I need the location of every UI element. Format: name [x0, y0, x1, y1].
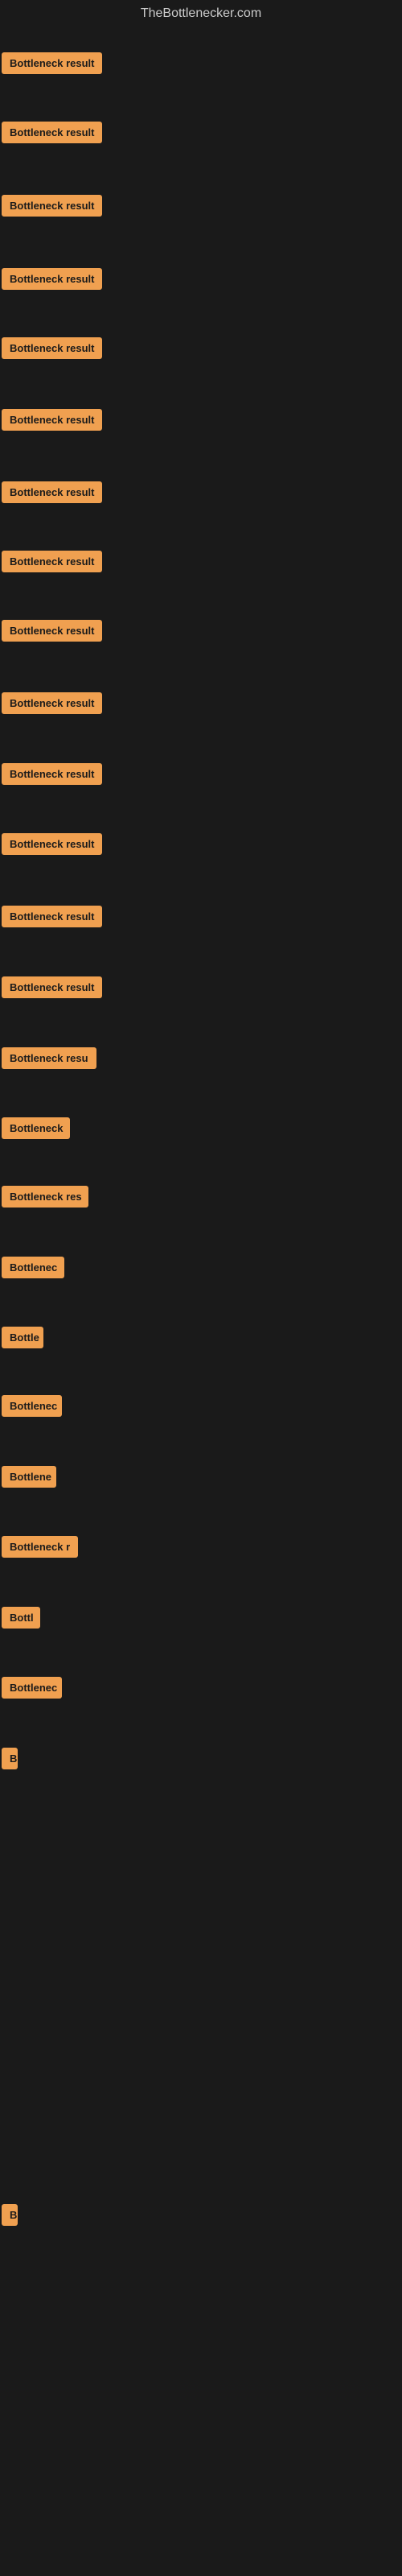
bottleneck-item-12: Bottleneck result: [0, 827, 402, 891]
bottleneck-item-16: Bottleneck: [0, 1111, 402, 1175]
bottleneck-item-10: Bottleneck result: [0, 686, 402, 750]
bottleneck-badge-6[interactable]: Bottleneck result: [2, 409, 102, 431]
bottleneck-badge-7[interactable]: Bottleneck result: [2, 481, 102, 503]
bottleneck-item-20: Bottlenec: [0, 1389, 402, 1453]
bottleneck-item-22: Bottleneck r: [0, 1530, 402, 1594]
bottleneck-item-1: Bottleneck result: [0, 46, 402, 110]
bottleneck-badge-21[interactable]: Bottlene: [2, 1466, 56, 1488]
bottleneck-badge-23[interactable]: Bottl: [2, 1607, 40, 1629]
bottleneck-badge-14[interactable]: Bottleneck result: [2, 976, 102, 998]
bottleneck-badge-24[interactable]: Bottlenec: [2, 1677, 62, 1699]
bottleneck-item-7: Bottleneck result: [0, 475, 402, 539]
bottleneck-badge-11[interactable]: Bottleneck result: [2, 763, 102, 785]
bottleneck-badge-13[interactable]: Bottleneck result: [2, 906, 102, 927]
bottleneck-item-24: Bottlenec: [0, 1670, 402, 1735]
bottleneck-item-3: Bottleneck result: [0, 188, 402, 253]
page-wrapper: TheBottlenecker.com Bottleneck result Bot…: [0, 0, 402, 2576]
bottleneck-item-6: Bottleneck result: [0, 402, 402, 467]
bottleneck-badge-10[interactable]: Bottleneck result: [2, 692, 102, 714]
bottleneck-item-5: Bottleneck result: [0, 331, 402, 395]
bottleneck-item-4: Bottleneck result: [0, 262, 402, 326]
bottleneck-badge-late-26[interactable]: B: [2, 2204, 18, 2226]
bottleneck-badge-16[interactable]: Bottleneck: [2, 1117, 70, 1139]
bottleneck-item-25: B: [0, 1741, 402, 1806]
bottleneck-badge-5[interactable]: Bottleneck result: [2, 337, 102, 359]
bottleneck-badge-19[interactable]: Bottle: [2, 1327, 43, 1348]
bottleneck-item-21: Bottlene: [0, 1459, 402, 1524]
bottleneck-item-23: Bottl: [0, 1600, 402, 1665]
site-title: TheBottlenecker.com: [0, 0, 402, 27]
bottleneck-item-15: Bottleneck resu: [0, 1041, 402, 1105]
bottleneck-badge-2[interactable]: Bottleneck result: [2, 122, 102, 143]
bottleneck-badge-25[interactable]: B: [2, 1748, 18, 1769]
bottleneck-badge-12[interactable]: Bottleneck result: [2, 833, 102, 855]
bottleneck-badge-17[interactable]: Bottleneck res: [2, 1186, 88, 1208]
bottleneck-late-item-26: B: [0, 2198, 402, 2262]
bottleneck-badge-8[interactable]: Bottleneck result: [2, 551, 102, 572]
bottleneck-badge-9[interactable]: Bottleneck result: [2, 620, 102, 642]
bottleneck-badge-15[interactable]: Bottleneck resu: [2, 1047, 96, 1069]
bottleneck-item-9: Bottleneck result: [0, 613, 402, 678]
bottleneck-item-8: Bottleneck result: [0, 544, 402, 609]
bottleneck-badge-18[interactable]: Bottlenec: [2, 1257, 64, 1278]
bottleneck-item-18: Bottlenec: [0, 1250, 402, 1315]
bottleneck-badge-4[interactable]: Bottleneck result: [2, 268, 102, 290]
bottleneck-item-2: Bottleneck result: [0, 115, 402, 180]
bottleneck-item-17: Bottleneck res: [0, 1179, 402, 1244]
bottleneck-badge-22[interactable]: Bottleneck r: [2, 1536, 78, 1558]
bottleneck-item-19: Bottle: [0, 1320, 402, 1385]
bottleneck-item-14: Bottleneck result: [0, 970, 402, 1034]
bottleneck-item-13: Bottleneck result: [0, 899, 402, 964]
bottleneck-badge-20[interactable]: Bottlenec: [2, 1395, 62, 1417]
bottleneck-badge-1[interactable]: Bottleneck result: [2, 52, 102, 74]
bottleneck-badge-3[interactable]: Bottleneck result: [2, 195, 102, 217]
bottleneck-item-11: Bottleneck result: [0, 757, 402, 821]
